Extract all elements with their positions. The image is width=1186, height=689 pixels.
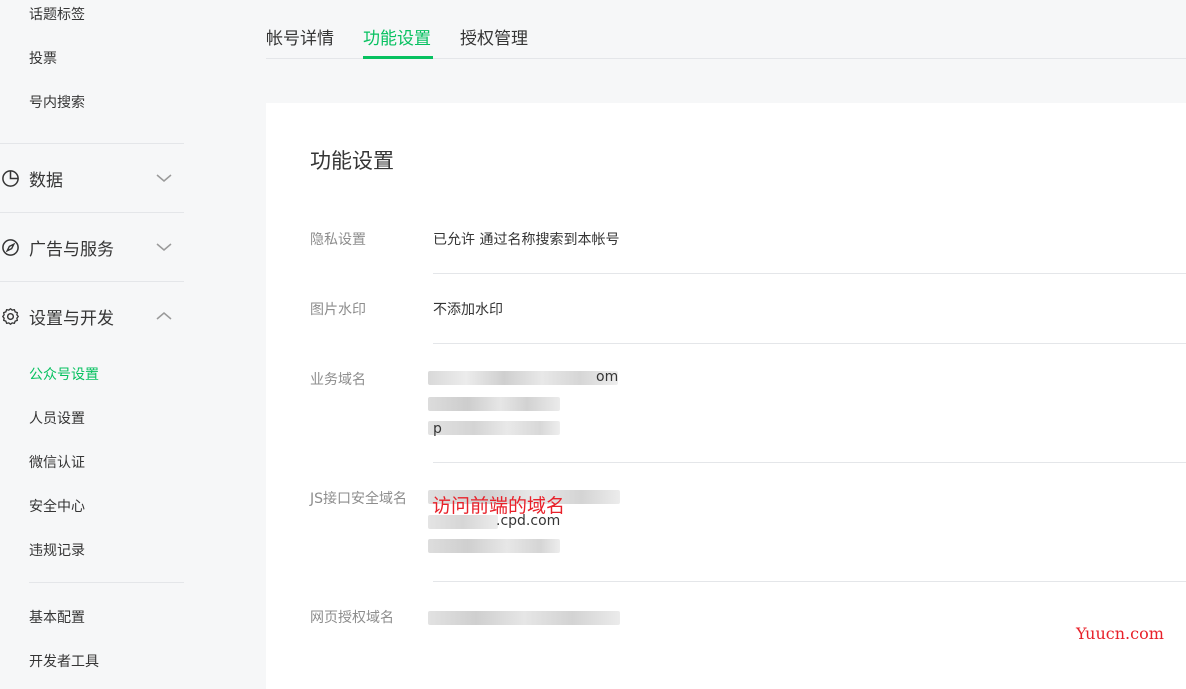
sidebar-divider: [29, 582, 184, 583]
sidebar-group-ads[interactable]: 广告与服务: [0, 232, 184, 262]
image-watermark-value: 不添加水印: [433, 302, 503, 318]
sidebar-item-staff-settings[interactable]: 人员设置: [29, 408, 85, 428]
sidebar-group-label: 数据: [29, 170, 63, 191]
settings-card: 功能设置 隐私设置 已允许 通过名称搜索到本帐号 图片水印 不添加水印 业务域名…: [266, 103, 1186, 689]
domain-fragment: p: [433, 421, 442, 437]
redacted-domain: [428, 371, 618, 385]
tab-account-details[interactable]: 帐号详情: [266, 24, 334, 49]
sidebar-divider: [0, 143, 184, 144]
sidebar: 话题标签 投票 号内搜索 数据 广告与服务 设置与开发 公众号设置 人员设置 微…: [0, 0, 200, 689]
row-divider: [433, 273, 1186, 274]
gear-icon: [0, 306, 20, 326]
active-tab-indicator: [363, 56, 433, 59]
pie-chart-icon: [0, 168, 20, 188]
oauth-domain-label: 网页授权域名: [310, 610, 394, 626]
row-divider: [433, 343, 1186, 344]
sidebar-divider: [0, 212, 184, 213]
image-watermark-label: 图片水印: [310, 302, 366, 318]
tab-authorization-management[interactable]: 授权管理: [460, 24, 528, 49]
row-divider: [433, 462, 1186, 463]
annotation-text: 访问前端的域名: [432, 495, 566, 517]
tab-bar: 帐号详情 功能设置 授权管理: [266, 0, 1186, 59]
sidebar-item-topic-tags[interactable]: 话题标签: [29, 4, 85, 24]
sidebar-item-security-center[interactable]: 安全中心: [29, 496, 85, 516]
sidebar-item-violation-records[interactable]: 违规记录: [29, 540, 85, 560]
redacted-domain: [428, 421, 560, 435]
sidebar-group-settings[interactable]: 设置与开发: [0, 301, 184, 331]
sidebar-item-account-search[interactable]: 号内搜索: [29, 92, 85, 112]
chevron-up-icon: [156, 312, 172, 320]
domain-fragment: om: [596, 369, 619, 385]
row-divider: [433, 581, 1186, 582]
privacy-settings-value: 已允许 通过名称搜索到本帐号: [433, 232, 620, 248]
redacted-domain: [428, 539, 560, 553]
compass-icon: [0, 237, 20, 257]
privacy-settings-label: 隐私设置: [310, 232, 366, 248]
sidebar-group-data[interactable]: 数据: [0, 163, 184, 193]
sidebar-divider: [0, 281, 184, 282]
sidebar-item-vote[interactable]: 投票: [29, 48, 57, 68]
sidebar-item-account-settings[interactable]: 公众号设置: [29, 364, 99, 384]
page-title: 功能设置: [310, 149, 394, 173]
chevron-down-icon: [156, 174, 172, 182]
chevron-down-icon: [156, 243, 172, 251]
site-watermark: Yuucn.com: [1076, 624, 1164, 643]
js-security-domain-label: JS接口安全域名: [310, 491, 408, 507]
business-domain-label: 业务域名: [310, 372, 366, 388]
redacted-domain: [428, 397, 560, 411]
tab-feature-settings[interactable]: 功能设置: [363, 24, 431, 49]
sidebar-item-basic-config[interactable]: 基本配置: [29, 607, 85, 627]
sidebar-group-label: 广告与服务: [29, 239, 114, 260]
sidebar-item-developer-tools[interactable]: 开发者工具: [29, 651, 99, 671]
sidebar-group-label: 设置与开发: [29, 308, 114, 329]
redacted-domain: [428, 611, 620, 625]
sidebar-item-wechat-verification[interactable]: 微信认证: [29, 452, 85, 472]
